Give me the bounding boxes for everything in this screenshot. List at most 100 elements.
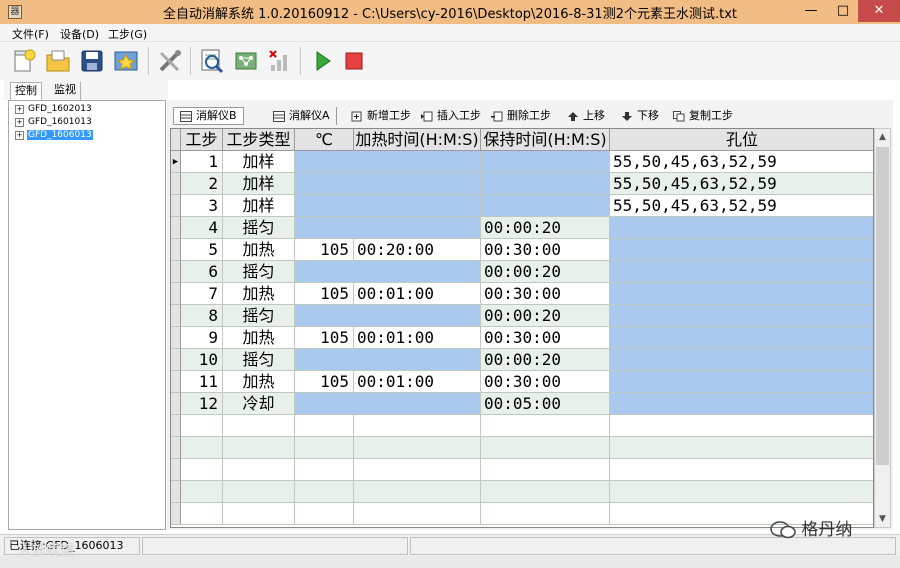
table-row[interactable]: 5 加热 105 00:20:00 00:30:00: [171, 239, 873, 261]
favorite-icon[interactable]: [112, 47, 140, 75]
scroll-up-icon[interactable]: ▲: [875, 129, 890, 145]
table-row[interactable]: 11 加热 105 00:01:00 00:30:00: [171, 371, 873, 393]
table-cell-type[interactable]: [223, 481, 295, 503]
table-cell-hold[interactable]: [481, 503, 610, 525]
row-indicator[interactable]: [171, 195, 181, 217]
table-cell-heat[interactable]: [354, 503, 481, 525]
table-cell-type[interactable]: [223, 503, 295, 525]
table-cell-temp[interactable]: [295, 173, 354, 195]
table-cell-type[interactable]: 加热: [223, 283, 295, 305]
table-cell-heat[interactable]: [354, 481, 481, 503]
row-indicator[interactable]: [171, 393, 181, 415]
table-cell-temp[interactable]: [295, 151, 354, 173]
play-icon[interactable]: [308, 47, 336, 75]
expand-icon[interactable]: +: [15, 104, 24, 114]
table-cell-step[interactable]: [181, 459, 223, 481]
table-cell-type[interactable]: [223, 437, 295, 459]
maximize-button[interactable]: □: [828, 0, 858, 22]
minimize-button[interactable]: —: [796, 0, 826, 22]
table-cell-hold[interactable]: 00:00:20: [481, 349, 610, 371]
table-cell-temp[interactable]: 105: [295, 283, 354, 305]
table-cell-holes[interactable]: [610, 261, 873, 283]
table-cell-type[interactable]: 加样: [223, 151, 295, 173]
table-cell-type[interactable]: 摇匀: [223, 349, 295, 371]
title-bar[interactable]: 器 全自动消解系统 1.0.20160912 - C:\Users\cy-201…: [0, 0, 900, 24]
table-row[interactable]: 10 摇匀 00:00:20: [171, 349, 873, 371]
table-cell-type[interactable]: 冷却: [223, 393, 295, 415]
table-cell-temp[interactable]: [295, 305, 354, 327]
table-cell-holes[interactable]: [610, 327, 873, 349]
column-header[interactable]: 保持时间(H:M:S): [481, 129, 610, 151]
signal-icon[interactable]: [266, 47, 294, 75]
row-indicator[interactable]: [171, 283, 181, 305]
table-cell-step[interactable]: 9: [181, 327, 223, 349]
tree-node-selected[interactable]: + GFD_1606013: [15, 129, 93, 141]
table-cell-step[interactable]: [181, 437, 223, 459]
table-cell-heat[interactable]: [354, 261, 481, 283]
table-cell-type[interactable]: [223, 459, 295, 481]
expand-icon[interactable]: +: [15, 117, 24, 127]
row-indicator[interactable]: [171, 261, 181, 283]
new-file-icon[interactable]: [10, 47, 38, 75]
table-row[interactable]: 7 加热 105 00:01:00 00:30:00: [171, 283, 873, 305]
table-cell-heat[interactable]: [354, 217, 481, 239]
table-cell-heat[interactable]: 00:01:00: [354, 371, 481, 393]
table-cell-step[interactable]: [181, 481, 223, 503]
move-down-button[interactable]: 下移: [621, 107, 659, 125]
row-indicator[interactable]: [171, 437, 181, 459]
row-indicator[interactable]: [171, 239, 181, 261]
table-cell-heat[interactable]: 00:01:00: [354, 327, 481, 349]
row-indicator[interactable]: [171, 481, 181, 503]
table-cell-temp[interactable]: 105: [295, 239, 354, 261]
scroll-thumb[interactable]: [876, 147, 889, 465]
tab-digester-b[interactable]: 消解仪B: [173, 107, 244, 125]
table-cell-heat[interactable]: 00:20:00: [354, 239, 481, 261]
row-indicator[interactable]: [171, 173, 181, 195]
table-cell-heat[interactable]: [354, 415, 481, 437]
empty-row[interactable]: [171, 415, 873, 437]
tab-monitor[interactable]: 监视: [50, 82, 81, 100]
column-header[interactable]: 工步类型: [223, 129, 295, 151]
table-cell-holes[interactable]: [610, 217, 873, 239]
tree-node[interactable]: + GFD_1601013: [15, 116, 93, 128]
table-cell-type[interactable]: 加热: [223, 327, 295, 349]
table-cell-heat[interactable]: [354, 437, 481, 459]
table-cell-step[interactable]: 4: [181, 217, 223, 239]
menu-device[interactable]: 设备(D): [60, 26, 99, 42]
column-header[interactable]: 孔位: [610, 129, 873, 151]
table-cell-holes[interactable]: [610, 393, 873, 415]
table-cell-temp[interactable]: [295, 503, 354, 525]
table-row[interactable]: 12 冷却 00:05:00: [171, 393, 873, 415]
menu-file[interactable]: 文件(F): [12, 26, 49, 42]
table-cell-temp[interactable]: 105: [295, 371, 354, 393]
table-cell-hold[interactable]: 00:00:20: [481, 305, 610, 327]
table-cell-hold[interactable]: [481, 173, 610, 195]
row-indicator[interactable]: [171, 349, 181, 371]
table-row[interactable]: 2 加样 55,50,45,63,52,59: [171, 173, 873, 195]
table-cell-type[interactable]: 摇匀: [223, 261, 295, 283]
empty-row[interactable]: [171, 481, 873, 503]
table-cell-step[interactable]: 7: [181, 283, 223, 305]
menu-step[interactable]: 工步(G): [108, 26, 147, 42]
table-cell-type[interactable]: 摇匀: [223, 217, 295, 239]
table-cell-holes[interactable]: 55,50,45,63,52,59: [610, 151, 873, 173]
table-cell-heat[interactable]: [354, 349, 481, 371]
tab-digester-a[interactable]: 消解仪A: [273, 107, 337, 125]
table-cell-step[interactable]: 11: [181, 371, 223, 393]
table-cell-holes[interactable]: 55,50,45,63,52,59: [610, 195, 873, 217]
table-cell-temp[interactable]: [295, 261, 354, 283]
table-cell-heat[interactable]: [354, 393, 481, 415]
tab-control[interactable]: 控制: [10, 82, 42, 100]
table-cell-type[interactable]: 加样: [223, 173, 295, 195]
table-cell-heat[interactable]: [354, 173, 481, 195]
table-row[interactable]: 6 摇匀 00:00:20: [171, 261, 873, 283]
table-cell-temp[interactable]: [295, 393, 354, 415]
table-row[interactable]: 8 摇匀 00:00:20: [171, 305, 873, 327]
row-pointer-icon[interactable]: ▶: [171, 151, 181, 173]
copy-step-button[interactable]: 复制工步: [673, 107, 733, 125]
empty-row[interactable]: [171, 437, 873, 459]
table-cell-heat[interactable]: [354, 151, 481, 173]
insert-step-button[interactable]: 插入工步: [421, 107, 481, 125]
table-cell-step[interactable]: 6: [181, 261, 223, 283]
open-folder-icon[interactable]: [44, 47, 72, 75]
